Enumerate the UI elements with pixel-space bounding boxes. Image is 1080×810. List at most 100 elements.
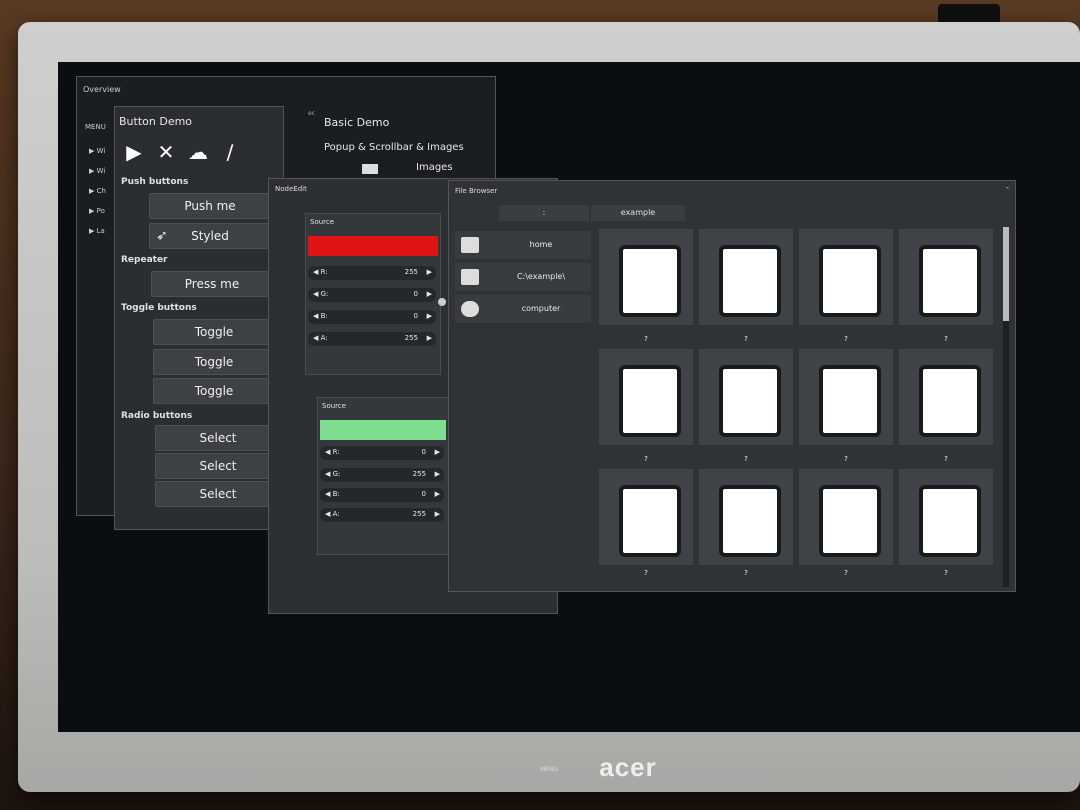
popup-title: Popup & Scrollbar & Images — [324, 142, 464, 153]
icon-row: ▶ ✕ ☁ ∕ — [123, 141, 253, 163]
toggle-button-2[interactable]: Toggle — [153, 349, 275, 375]
file-browser-title: File Browser — [455, 187, 498, 195]
file-icon — [919, 245, 981, 317]
file-item[interactable]: ? — [899, 229, 993, 343]
home-drive-icon — [461, 237, 479, 253]
close-icon[interactable]: - — [1006, 183, 1009, 193]
rocket-icon: ➶ — [156, 228, 168, 244]
styled-label: Styled — [191, 229, 229, 243]
file-name: ? — [644, 455, 648, 463]
repeater-label: Repeater — [121, 255, 168, 265]
toggle-button-1[interactable]: Toggle — [153, 319, 275, 345]
menu-item[interactable]: ▶ Wi — [89, 167, 111, 175]
file-icon — [619, 485, 681, 557]
channel-g-field[interactable]: ◀ G: 0 ▶ — [308, 288, 436, 302]
menu-item[interactable]: ▶ La — [89, 227, 111, 235]
file-item[interactable]: ? — [599, 469, 693, 577]
source-node-red[interactable]: Source ◀ R: 255 ▶ ◀ G: 0 ▶ ◀ B: 0 ▶ ◀ A: 255 ▶ — [305, 213, 446, 375]
toggle-buttons-label: Toggle buttons — [121, 303, 197, 313]
file-icon — [619, 365, 681, 437]
channel-r-field[interactable]: ◀ R: 255 ▶ — [308, 266, 436, 280]
monitor-bezel: Overview MENU ▶ Wi ▶ Wi ▶ Ch ▶ Po ▶ La e… — [18, 22, 1080, 792]
radio-select-1[interactable]: Select — [155, 425, 281, 451]
channel-g-field[interactable]: ◀ G: 255 ▶ — [320, 468, 444, 482]
channel-a-field[interactable]: ◀ A: 255 ▶ — [308, 332, 436, 346]
source-node-green[interactable]: Source ◀ R: 0 ▶ ◀ G: 255 ▶ ◀ B: 0 ▶ ◀ A: 255 ▶ — [317, 397, 458, 555]
file-icon — [719, 485, 781, 557]
menu-item-label: Ch — [96, 187, 106, 195]
path-segment-root[interactable]: : — [499, 205, 589, 221]
file-item[interactable]: ? — [599, 349, 693, 463]
file-icon — [719, 365, 781, 437]
file-name: ? — [844, 335, 848, 343]
channel-a-field[interactable]: ◀ A: 255 ▶ — [320, 508, 444, 522]
file-name: ? — [844, 455, 848, 463]
file-icon — [819, 365, 881, 437]
menu-item[interactable]: ▶ Wi — [89, 147, 111, 155]
radio-buttons-label: Radio buttons — [121, 411, 193, 421]
file-item[interactable]: ? — [699, 469, 793, 577]
menu-item[interactable]: ▶ Ch — [89, 187, 111, 195]
file-name: ? — [744, 569, 748, 577]
place-label: home — [529, 240, 553, 249]
nodeedit-title: NodeEdit — [275, 185, 307, 193]
push-me-button[interactable]: Push me — [149, 193, 271, 219]
output-port[interactable] — [438, 298, 446, 306]
computer-icon — [461, 301, 479, 317]
place-computer[interactable]: computer — [455, 295, 591, 323]
channel-b-field[interactable]: ◀ B: 0 ▶ — [320, 488, 444, 502]
file-icon — [619, 245, 681, 317]
radio-select-3[interactable]: Select — [155, 481, 281, 507]
file-item[interactable]: ? — [899, 349, 993, 463]
place-home[interactable]: home — [455, 231, 591, 259]
drive-icon — [461, 269, 479, 285]
node-title: Source — [310, 218, 335, 226]
file-item[interactable]: ? — [899, 469, 993, 577]
menu-item[interactable]: ▶ Po — [89, 207, 111, 215]
file-name: ? — [944, 335, 948, 343]
menu-item-label: Wi — [96, 147, 106, 155]
tools-icon[interactable]: ✕ — [155, 141, 177, 163]
file-item[interactable]: ? — [699, 229, 793, 343]
monitor-screen: Overview MENU ▶ Wi ▶ Wi ▶ Ch ▶ Po ▶ La e… — [58, 62, 1080, 732]
file-item[interactable]: ? — [799, 469, 893, 577]
path-segment-example[interactable]: example — [591, 205, 685, 221]
file-icon — [819, 485, 881, 557]
folder-icon — [362, 164, 378, 174]
vertical-scrollbar[interactable] — [1003, 227, 1009, 587]
file-browser-window: File Browser - : example home C:\example… — [448, 180, 1016, 592]
file-item[interactable]: ? — [799, 229, 893, 343]
file-icon — [819, 245, 881, 317]
monitor-menu-label: MENU — [540, 766, 558, 773]
file-name: ? — [744, 335, 748, 343]
file-name: ? — [644, 335, 648, 343]
menu-item-label: La — [96, 227, 105, 235]
images-label: Images — [416, 162, 453, 173]
channel-r-field[interactable]: ◀ R: 0 ▶ — [320, 446, 444, 460]
file-name: ? — [944, 455, 948, 463]
styled-button[interactable]: ➶ Styled — [149, 223, 271, 249]
play-icon[interactable]: ▶ — [123, 141, 145, 163]
file-item[interactable]: ? — [599, 229, 693, 343]
place-label: C:\example\ — [516, 272, 566, 281]
file-icon — [919, 365, 981, 437]
menu-header: MENU — [85, 123, 106, 131]
radio-select-2[interactable]: Select — [155, 453, 281, 479]
brush-icon[interactable]: ∕ — [219, 141, 241, 163]
color-swatch-red — [308, 236, 438, 256]
file-icon — [719, 245, 781, 317]
file-item[interactable]: ? — [699, 349, 793, 463]
place-label: computer — [521, 304, 561, 313]
channel-b-field[interactable]: ◀ B: 0 ▶ — [308, 310, 436, 324]
overview-title: Overview — [83, 85, 121, 94]
file-name: ? — [844, 569, 848, 577]
place-c-example[interactable]: C:\example\ — [455, 263, 591, 291]
file-name: ? — [944, 569, 948, 577]
scrollbar-thumb[interactable] — [1003, 227, 1009, 321]
press-me-button[interactable]: Press me — [151, 271, 273, 297]
file-item[interactable]: ? — [799, 349, 893, 463]
toggle-button-3[interactable]: Toggle — [153, 378, 275, 404]
button-demo-window: Button Demo ▶ ✕ ☁ ∕ Push buttons Push me… — [114, 106, 284, 530]
brand-logo: acer — [599, 752, 657, 782]
cloud-icon[interactable]: ☁ — [187, 141, 209, 163]
